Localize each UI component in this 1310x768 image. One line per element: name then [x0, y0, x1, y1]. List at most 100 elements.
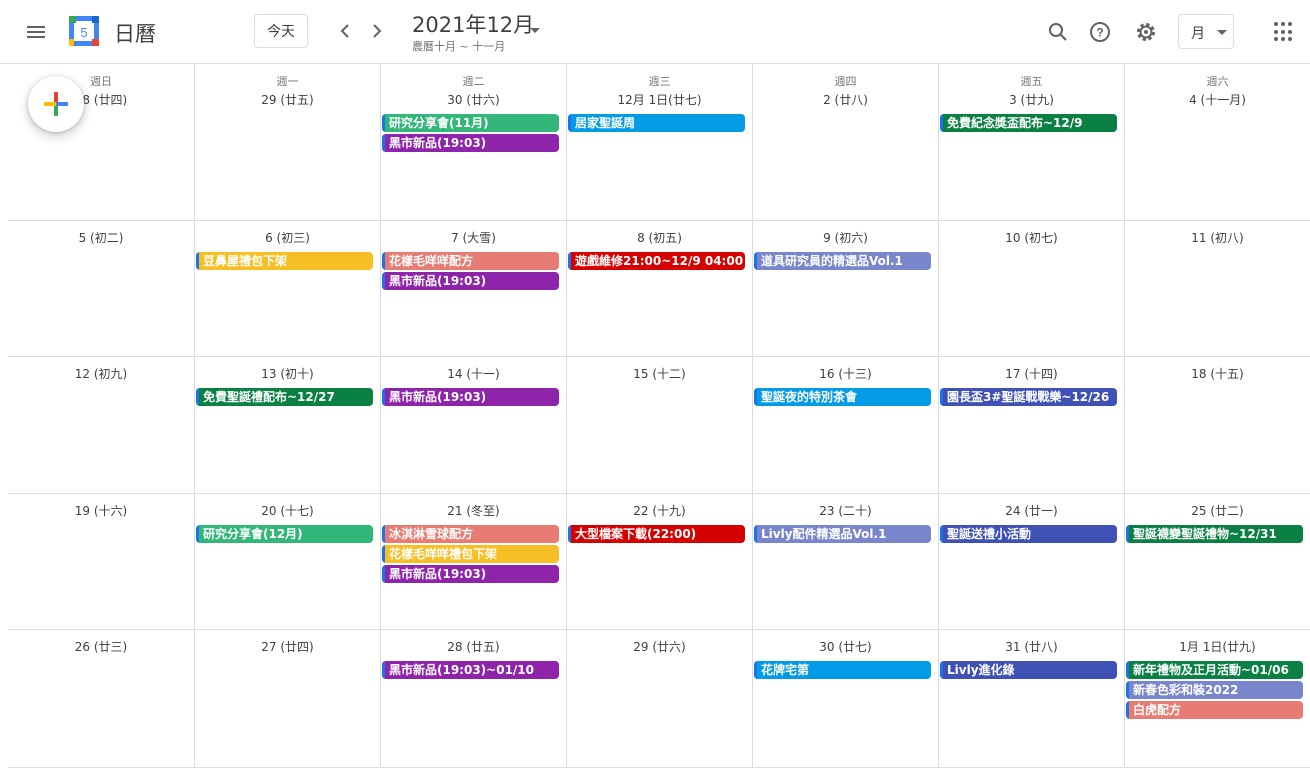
- event-chip[interactable]: 聖誕夜的特別茶會: [754, 388, 931, 406]
- event-chip[interactable]: 黑市新品(19:03)~01/10: [382, 661, 559, 679]
- day-cell[interactable]: 週二 30 (廿六) 研究分享會(11月) 黑市新品(19:03): [380, 64, 566, 221]
- day-cell[interactable]: 週一 29 (廿五): [194, 64, 380, 221]
- day-cell[interactable]: 22 (十九) 大型檔案下載(22:00): [566, 494, 752, 630]
- previous-month-button[interactable]: [332, 18, 358, 44]
- day-number[interactable]: 2 (廿八): [753, 91, 938, 107]
- next-month-button[interactable]: [364, 18, 390, 44]
- day-number[interactable]: 29 (廿五): [195, 91, 380, 107]
- event-chip[interactable]: 花牌宅第: [754, 661, 931, 679]
- search-icon[interactable]: [1044, 18, 1072, 46]
- day-cell[interactable]: 10 (初七): [938, 221, 1124, 357]
- day-cell[interactable]: 14 (十一) 黑市新品(19:03): [380, 357, 566, 494]
- event-chip[interactable]: 大型檔案下載(22:00): [568, 525, 745, 543]
- month-dropdown-icon[interactable]: [530, 28, 540, 33]
- event-chip[interactable]: 豆鼻屋禮包下架: [196, 252, 373, 270]
- day-number[interactable]: 10 (初七): [939, 229, 1124, 245]
- event-chip[interactable]: 免費聖誕禮配布~12/27: [196, 388, 373, 406]
- create-event-button[interactable]: [28, 76, 84, 132]
- day-cell[interactable]: 12 (初九): [8, 357, 194, 494]
- day-cell[interactable]: 27 (廿四): [194, 630, 380, 768]
- day-number[interactable]: 5 (初二): [8, 229, 194, 245]
- day-cell[interactable]: 25 (廿二) 聖誕襪變聖誕禮物~12/31: [1124, 494, 1310, 630]
- day-cell[interactable]: 5 (初二): [8, 221, 194, 357]
- event-chip[interactable]: 冰淇淋雪球配方: [382, 525, 559, 543]
- day-number[interactable]: 13 (初十): [195, 365, 380, 381]
- event-chip[interactable]: 研究分享會(12月): [196, 525, 373, 543]
- event-chip[interactable]: 黑市新品(19:03): [382, 565, 559, 583]
- apps-icon[interactable]: [1274, 22, 1294, 42]
- day-number[interactable]: 7 (大雪): [381, 229, 566, 245]
- month-title[interactable]: 2021年12月: [412, 9, 534, 39]
- event-chip[interactable]: 白虎配方: [1126, 701, 1303, 719]
- day-number[interactable]: 30 (廿六): [381, 91, 566, 107]
- day-number[interactable]: 30 (廿七): [753, 638, 938, 654]
- day-number[interactable]: 17 (十四): [939, 365, 1124, 381]
- event-chip[interactable]: 道具研究員的精選品Vol.1: [754, 252, 931, 270]
- day-cell[interactable]: 31 (廿八) Livly進化錄: [938, 630, 1124, 768]
- event-chip[interactable]: 新年禮物及正月活動~01/06: [1126, 661, 1303, 679]
- view-selector[interactable]: 月: [1178, 14, 1234, 49]
- day-number[interactable]: 25 (廿二): [1125, 502, 1310, 518]
- today-button[interactable]: 今天: [254, 14, 308, 48]
- event-chip[interactable]: 花樣毛咩咩配方: [382, 252, 559, 270]
- day-number[interactable]: 8 (初五): [567, 229, 752, 245]
- settings-icon[interactable]: [1132, 18, 1160, 46]
- event-chip[interactable]: 花樣毛咩咩禮包下架: [382, 545, 559, 563]
- day-cell[interactable]: 週六 4 (十一月): [1124, 64, 1310, 221]
- day-cell[interactable]: 週四 2 (廿八): [752, 64, 938, 221]
- event-chip[interactable]: 新春色彩和裝2022: [1126, 681, 1303, 699]
- help-icon[interactable]: ?: [1086, 18, 1114, 46]
- day-number[interactable]: 19 (十六): [8, 502, 194, 518]
- day-number[interactable]: 15 (十二): [567, 365, 752, 381]
- event-chip[interactable]: 黑市新品(19:03): [382, 272, 559, 290]
- day-cell[interactable]: 6 (初三) 豆鼻屋禮包下架: [194, 221, 380, 357]
- day-cell[interactable]: 29 (廿六): [566, 630, 752, 768]
- event-chip[interactable]: 居家聖誕周: [568, 114, 745, 132]
- day-number[interactable]: 4 (十一月): [1125, 91, 1310, 107]
- day-cell[interactable]: 7 (大雪) 花樣毛咩咩配方 黑市新品(19:03): [380, 221, 566, 357]
- day-cell[interactable]: 24 (廿一) 聖誕送禮小活動: [938, 494, 1124, 630]
- day-cell[interactable]: 30 (廿七) 花牌宅第: [752, 630, 938, 768]
- day-cell[interactable]: 13 (初十) 免費聖誕禮配布~12/27: [194, 357, 380, 494]
- day-number[interactable]: 6 (初三): [195, 229, 380, 245]
- day-cell[interactable]: 20 (十七) 研究分享會(12月): [194, 494, 380, 630]
- day-number[interactable]: 9 (初六): [753, 229, 938, 245]
- day-number[interactable]: 1月 1日(廿九): [1125, 638, 1310, 654]
- day-number[interactable]: 11 (初八): [1125, 229, 1310, 245]
- day-cell[interactable]: 26 (廿三): [8, 630, 194, 768]
- day-number[interactable]: 16 (十三): [753, 365, 938, 381]
- event-chip[interactable]: 研究分享會(11月): [382, 114, 559, 132]
- main-menu-button[interactable]: [20, 16, 52, 48]
- day-number[interactable]: 18 (十五): [1125, 365, 1310, 381]
- event-chip[interactable]: 黑市新品(19:03): [382, 134, 559, 152]
- day-cell[interactable]: 17 (十四) 園長盃3#聖誕戰戰樂~12/26: [938, 357, 1124, 494]
- event-chip[interactable]: 聖誕襪變聖誕禮物~12/31: [1126, 525, 1303, 543]
- day-cell[interactable]: 1月 1日(廿九) 新年禮物及正月活動~01/06 新春色彩和裝2022 白虎配方: [1124, 630, 1310, 768]
- day-cell[interactable]: 21 (冬至) 冰淇淋雪球配方 花樣毛咩咩禮包下架 黑市新品(19:03): [380, 494, 566, 630]
- day-cell[interactable]: 11 (初八): [1124, 221, 1310, 357]
- day-cell[interactable]: 9 (初六) 道具研究員的精選品Vol.1: [752, 221, 938, 357]
- day-cell[interactable]: 8 (初五) 遊戲維修21:00~12/9 04:00: [566, 221, 752, 357]
- day-cell[interactable]: 23 (二十) Livly配件精選品Vol.1: [752, 494, 938, 630]
- day-number[interactable]: 27 (廿四): [195, 638, 380, 654]
- day-number[interactable]: 14 (十一): [381, 365, 566, 381]
- day-number[interactable]: 20 (十七): [195, 502, 380, 518]
- day-cell[interactable]: 28 (廿五) 黑市新品(19:03)~01/10: [380, 630, 566, 768]
- day-number[interactable]: 28 (廿五): [381, 638, 566, 654]
- day-cell[interactable]: 15 (十二): [566, 357, 752, 494]
- day-number[interactable]: 29 (廿六): [567, 638, 752, 654]
- event-chip[interactable]: 園長盃3#聖誕戰戰樂~12/26: [940, 388, 1117, 406]
- event-chip[interactable]: 免費紀念獎盃配布~12/9: [940, 114, 1117, 132]
- day-number[interactable]: 26 (廿三): [8, 638, 194, 654]
- day-number[interactable]: 23 (二十): [753, 502, 938, 518]
- event-chip[interactable]: 聖誕送禮小活動: [940, 525, 1117, 543]
- day-number[interactable]: 31 (廿八): [939, 638, 1124, 654]
- event-chip[interactable]: 遊戲維修21:00~12/9 04:00: [568, 252, 745, 270]
- day-cell[interactable]: 18 (十五): [1124, 357, 1310, 494]
- day-number[interactable]: 24 (廿一): [939, 502, 1124, 518]
- day-cell[interactable]: 週三 12月 1日(廿七) 居家聖誕周: [566, 64, 752, 221]
- day-cell[interactable]: 週五 3 (廿九) 免費紀念獎盃配布~12/9: [938, 64, 1124, 221]
- event-chip[interactable]: Livly配件精選品Vol.1: [754, 525, 931, 543]
- event-chip[interactable]: Livly進化錄: [940, 661, 1117, 679]
- day-number[interactable]: 22 (十九): [567, 502, 752, 518]
